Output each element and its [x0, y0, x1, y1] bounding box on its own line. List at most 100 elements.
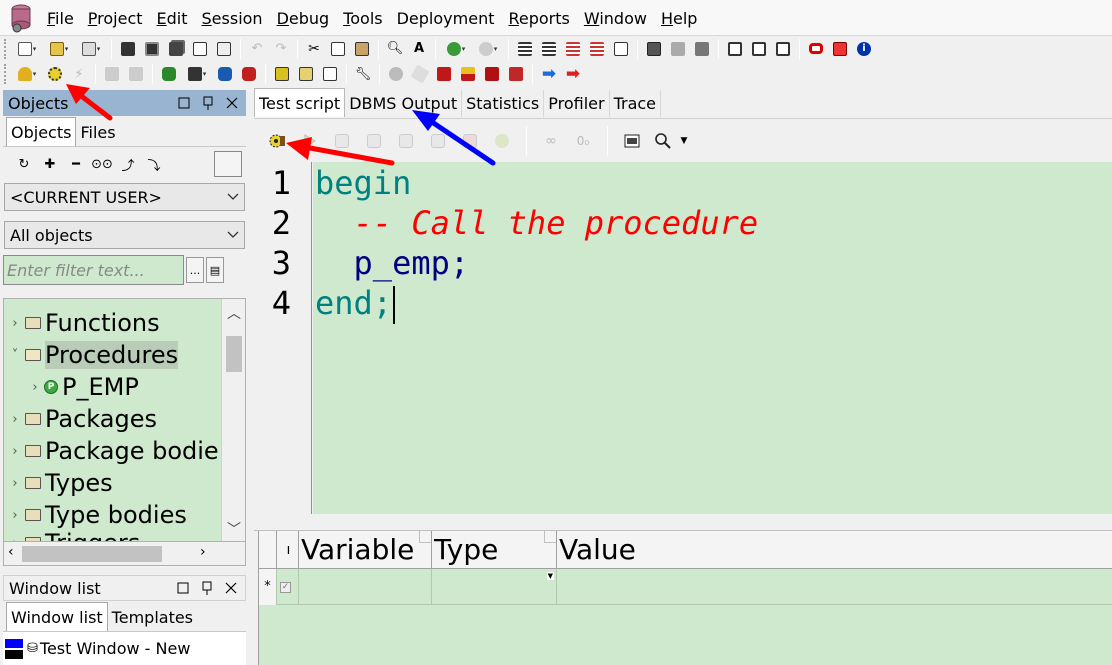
edit-data-icon[interactable]: [295, 63, 317, 85]
back-icon[interactable]: ▾: [441, 38, 471, 60]
menu-project[interactable]: Project: [81, 0, 150, 36]
tree-item-triggers[interactable]: › Triggers: [8, 527, 140, 541]
filter-up-icon[interactable]: ⤴: [115, 155, 141, 174]
close-icon[interactable]: [221, 578, 241, 598]
type-dropdown-icon[interactable]: ▼: [546, 572, 554, 580]
run-icon[interactable]: [294, 126, 326, 156]
set-variable-icon[interactable]: 0₀: [567, 126, 599, 156]
db-up-icon[interactable]: [214, 63, 236, 85]
code-line-3[interactable]: p_emp;: [315, 244, 470, 282]
execute-gear-icon[interactable]: [44, 63, 66, 85]
menu-edit[interactable]: Edit: [150, 0, 195, 36]
menu-window[interactable]: Window: [577, 0, 654, 36]
undock-icon[interactable]: [173, 578, 193, 598]
paste-icon[interactable]: [351, 38, 373, 60]
color-box[interactable]: [214, 151, 242, 177]
replace-icon[interactable]: A: [408, 38, 430, 60]
redo-icon[interactable]: ↷: [270, 38, 292, 60]
commit-icon[interactable]: [101, 63, 123, 85]
tab-profiler[interactable]: Profiler: [544, 90, 610, 117]
tree-item-procedures[interactable]: ˅ Procedures: [8, 339, 179, 371]
cut-icon[interactable]: ✂: [303, 38, 325, 60]
report-icon[interactable]: [319, 63, 341, 85]
watch-icon[interactable]: ∞: [535, 126, 567, 156]
object-type-select[interactable]: All objects: [4, 221, 245, 249]
code-editor[interactable]: begin -- Call the procedure p_emp; end;: [313, 162, 1112, 514]
new-icon[interactable]: ▾: [12, 38, 42, 60]
objects-panel-title-bar[interactable]: Objects: [3, 90, 246, 116]
open-folder-icon[interactable]: ▾: [44, 38, 74, 60]
arrow-right-blue-icon[interactable]: ➡: [538, 63, 560, 85]
undo-icon[interactable]: ↶: [246, 38, 268, 60]
pdf-icon[interactable]: [829, 38, 851, 60]
run-to-exception-icon[interactable]: [422, 126, 454, 156]
eraser-icon[interactable]: [409, 63, 431, 85]
tab-statistics[interactable]: Statistics: [462, 90, 545, 117]
tree-item-p-emp[interactable]: › P P_EMP: [28, 371, 138, 403]
column-header-value[interactable]: Value: [557, 531, 1112, 569]
tree-vertical-scrollbar[interactable]: ︿ ﹀: [221, 299, 245, 541]
red-yellow-cube-icon[interactable]: [457, 63, 479, 85]
expand-icon[interactable]: ›: [28, 380, 42, 395]
find-icon[interactable]: 🔍︎: [384, 38, 406, 60]
filter-down-icon[interactable]: ⤵: [141, 155, 167, 174]
save-icon[interactable]: [117, 38, 139, 60]
dbms-window-icon[interactable]: [616, 126, 648, 156]
toolbar-grip[interactable]: [4, 38, 8, 59]
command-window-icon[interactable]: [667, 38, 689, 60]
beautify-icon[interactable]: [385, 63, 407, 85]
table-row[interactable]: * ✓ ▼: [259, 569, 1112, 605]
filter-input[interactable]: [3, 255, 184, 285]
filter-doc-icon[interactable]: ▤: [206, 257, 224, 283]
tab-templates[interactable]: Templates: [108, 605, 197, 631]
refresh-icon[interactable]: ↻: [11, 157, 37, 172]
code-line-1[interactable]: begin: [315, 164, 411, 202]
column-header-type[interactable]: Type: [432, 531, 557, 569]
arrow-right-red-icon[interactable]: ➡: [562, 63, 584, 85]
column-header-variable[interactable]: Variable: [299, 531, 432, 569]
tab-dbms-output[interactable]: DBMS Output: [345, 90, 463, 117]
step-into-icon[interactable]: [326, 126, 358, 156]
info-icon[interactable]: i: [853, 38, 875, 60]
menu-session[interactable]: Session: [195, 0, 270, 36]
add-icon[interactable]: ✚: [37, 157, 63, 172]
variable-cell[interactable]: [299, 569, 432, 605]
pin-icon[interactable]: [197, 578, 217, 598]
expand-icon[interactable]: ›: [8, 412, 22, 427]
tile-vertical-icon[interactable]: [772, 38, 794, 60]
start-debugger-icon[interactable]: [262, 126, 294, 156]
tab-trace[interactable]: Trace: [610, 90, 662, 117]
chevron-right-icon[interactable]: ›: [200, 544, 206, 560]
menu-reports[interactable]: Reports: [501, 0, 576, 36]
pin-icon[interactable]: [198, 93, 218, 113]
window-list-title-bar[interactable]: Window list: [3, 575, 246, 601]
forward-icon[interactable]: ▾: [473, 38, 503, 60]
zoom-dropdown[interactable]: ▼: [648, 126, 694, 156]
break-icon[interactable]: ⚡: [68, 63, 90, 85]
collapse-icon[interactable]: ˅: [8, 348, 22, 363]
undock-icon[interactable]: [174, 93, 194, 113]
expand-icon[interactable]: ›: [8, 444, 22, 459]
expand-icon[interactable]: ›: [8, 508, 22, 523]
db-connect-icon[interactable]: [158, 63, 180, 85]
chevron-down-icon[interactable]: ﹀: [222, 519, 245, 539]
window-list-item[interactable]: ⛁ Test Window - New: [3, 632, 246, 665]
remove-icon[interactable]: ━: [63, 157, 89, 172]
type-cell[interactable]: ▼: [432, 569, 557, 605]
rollback-icon[interactable]: [125, 63, 147, 85]
expand-icon[interactable]: ›: [8, 316, 22, 331]
binoculars-icon[interactable]: ⊙⊙: [89, 157, 115, 172]
print-icon[interactable]: [189, 38, 211, 60]
red-cube-plus-icon[interactable]: [481, 63, 503, 85]
variables-grid[interactable]: ı Variable Type Value * ✓ ▼: [258, 531, 1112, 665]
save-as-icon[interactable]: [141, 38, 163, 60]
stop-icon[interactable]: [454, 126, 486, 156]
comment-icon[interactable]: [562, 38, 584, 60]
reopen-icon[interactable]: ▾: [76, 38, 106, 60]
scroll-thumb[interactable]: [226, 336, 242, 372]
unindent-icon[interactable]: [538, 38, 560, 60]
expand-icon[interactable]: ›: [8, 476, 22, 491]
menu-tools[interactable]: Tools: [336, 0, 389, 36]
menu-file[interactable]: File: [40, 0, 81, 36]
logon-key-icon[interactable]: ▾: [12, 63, 42, 85]
